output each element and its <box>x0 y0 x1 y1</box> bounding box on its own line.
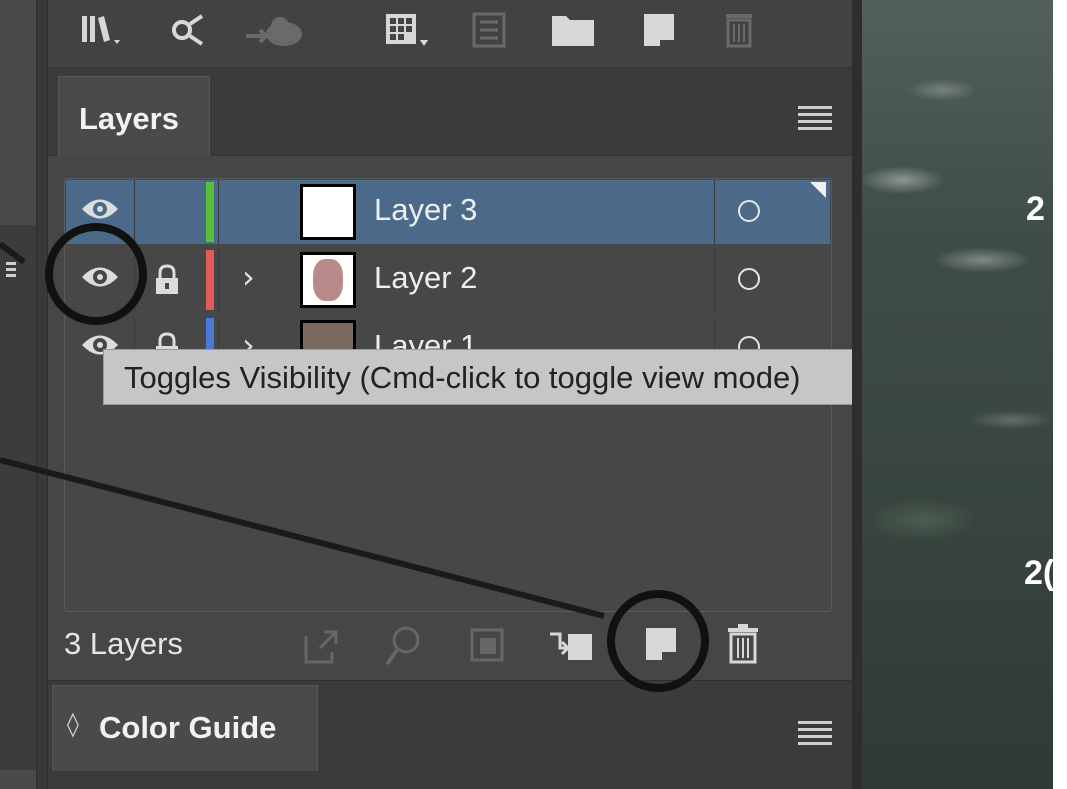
annotation-circle-new-layer <box>607 590 709 692</box>
annotation-circle-eye <box>45 223 147 325</box>
annotation-pointer-line <box>0 457 605 619</box>
annotation-layer <box>0 223 709 692</box>
annotation-pointer-line <box>0 241 26 265</box>
